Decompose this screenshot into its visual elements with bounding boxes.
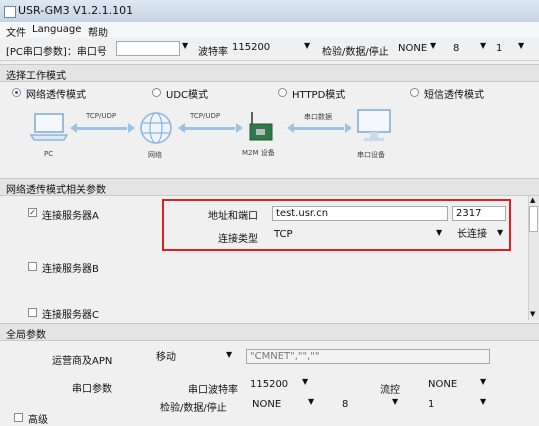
- arrow-left-icon: [287, 123, 294, 133]
- conn-mode-value: 长连接: [457, 229, 487, 240]
- baud-label: 波特率: [198, 47, 228, 58]
- flow-label: 流控: [380, 385, 400, 396]
- port-select[interactable]: [116, 41, 180, 56]
- mode-label-transparent: 网络透传模式: [26, 90, 86, 101]
- global-parity-value: NONE: [252, 399, 282, 410]
- chevron-down-icon[interactable]: ▼: [304, 41, 310, 50]
- arrow-line: [292, 127, 344, 130]
- chevron-down-icon[interactable]: ▼: [480, 41, 486, 50]
- mode-section-title: 选择工作模式: [6, 71, 66, 82]
- global-baud-value: 115200: [250, 379, 289, 390]
- menu-help[interactable]: 帮助: [88, 24, 108, 39]
- mode-radio-udc[interactable]: [152, 88, 161, 97]
- parity-value[interactable]: NONE: [398, 43, 427, 54]
- menu-file[interactable]: 文件: [6, 24, 26, 39]
- data-bits-value[interactable]: 8: [453, 43, 459, 54]
- conn-type-value: TCP: [274, 229, 293, 240]
- params-section-title: 网络透传模式相关参数: [6, 185, 106, 196]
- arrow-left-icon: [70, 123, 77, 133]
- port-label: [PC串口参数]：串口号: [6, 47, 107, 58]
- global-data-value: 8: [342, 399, 349, 410]
- arrow-line: [75, 127, 127, 130]
- apn-label: 运营商及APN: [52, 356, 113, 367]
- mode-label-sms: 短信透传模式: [424, 90, 484, 101]
- chevron-down-icon[interactable]: ▼: [480, 377, 486, 386]
- arrow-left-icon: [178, 123, 185, 133]
- conn-type-select[interactable]: TCP: [274, 228, 442, 243]
- conn-type-label: 连接类型: [218, 234, 258, 245]
- server-c-label: 连接服务器C: [42, 310, 99, 321]
- address-input[interactable]: test.usr.cn: [272, 206, 448, 221]
- diagram-serial-data: 串口数据: [304, 113, 332, 121]
- menu-bar: 文件 Language 帮助: [0, 22, 539, 39]
- arrow-line: [183, 127, 235, 130]
- chevron-down-icon[interactable]: ▼: [518, 41, 524, 50]
- flow-value: NONE: [428, 379, 458, 390]
- global-parity-label: 检验/数据/停止: [160, 403, 227, 414]
- app-icon: [4, 6, 16, 18]
- stop-bits-value[interactable]: 1: [496, 43, 502, 54]
- diagram-tcpudp-1: TCP/UDP: [86, 112, 117, 120]
- baud-select[interactable]: 115200: [232, 41, 300, 56]
- params-scroll-thumb[interactable]: [529, 206, 538, 232]
- params-section-header: 网络透传模式相关参数: [0, 178, 539, 196]
- chevron-down-icon[interactable]: ▼: [430, 41, 436, 50]
- diagram-pc-label: PC: [44, 150, 54, 158]
- title-bar: USR-GM3 V1.2.1.101: [0, 0, 539, 23]
- server-b-label: 连接服务器B: [42, 264, 99, 275]
- m2m-device-icon: [249, 112, 273, 141]
- apn-input[interactable]: "CMNET","","": [246, 349, 490, 364]
- advanced-checkbox[interactable]: [14, 413, 23, 422]
- server-a-label: 连接服务器A: [42, 211, 99, 222]
- serial-label: 串口参数: [72, 384, 112, 395]
- arrow-right-icon: [128, 123, 135, 133]
- apn-carrier-select[interactable]: 移动: [156, 351, 226, 366]
- global-baud-select[interactable]: 115200: [250, 378, 302, 393]
- server-b-checkbox[interactable]: [28, 262, 37, 271]
- chevron-down-icon[interactable]: ▼: [392, 397, 398, 406]
- global-stop-value: 1: [428, 399, 435, 410]
- mode-section-header: 选择工作模式: [0, 64, 539, 82]
- global-parity-select[interactable]: NONE: [252, 398, 312, 413]
- mode-label-udc: UDC模式: [166, 90, 209, 101]
- advanced-label: 高级: [28, 415, 48, 426]
- server-c-checkbox[interactable]: [28, 308, 37, 317]
- chevron-down-icon[interactable]: ▼: [182, 41, 188, 50]
- monitor-icon: [357, 109, 391, 141]
- chevron-down-icon[interactable]: ▼: [497, 228, 503, 237]
- chevron-down-icon[interactable]: ▼: [308, 397, 314, 406]
- global-stop-select[interactable]: 1: [428, 398, 488, 413]
- diagram-serial-label: 串口设备: [357, 151, 385, 159]
- global-baud-label: 串口波特率: [188, 385, 238, 396]
- chevron-down-icon[interactable]: ▼: [480, 397, 486, 406]
- laptop-icon: [30, 113, 69, 141]
- diagram-net-label: 网络: [148, 151, 162, 159]
- global-section-header: 全局参数: [0, 323, 539, 341]
- scroll-up-icon[interactable]: ▲: [530, 196, 535, 204]
- address-label: 地址和端口: [208, 211, 258, 222]
- mode-label-httpd: HTTPD模式: [292, 90, 346, 101]
- baud-value: 115200: [232, 42, 271, 53]
- server-a-checkbox[interactable]: ✓: [28, 208, 37, 217]
- flow-select[interactable]: NONE: [428, 378, 484, 393]
- diagram-tcpudp-2: TCP/UDP: [190, 112, 221, 120]
- arrow-right-icon: [345, 123, 352, 133]
- globe-icon: [140, 112, 172, 144]
- diagram-m2m-label: M2M 设备: [242, 149, 275, 157]
- port-input[interactable]: 2317: [452, 206, 506, 221]
- arrow-right-icon: [236, 123, 243, 133]
- window-title: USR-GM3 V1.2.1.101: [18, 4, 134, 17]
- mode-radio-sms[interactable]: [410, 88, 419, 97]
- scroll-down-icon[interactable]: ▼: [530, 310, 535, 318]
- chevron-down-icon[interactable]: ▼: [302, 377, 308, 386]
- mode-radio-httpd[interactable]: [278, 88, 287, 97]
- global-section-title: 全局参数: [6, 330, 46, 341]
- mode-radio-transparent[interactable]: [12, 88, 21, 97]
- apn-carrier-value: 移动: [156, 352, 176, 363]
- pc-serial-toolbar: [PC串口参数]：串口号 ▼ 波特率 115200 ▼ 检验/数据/停止 NON…: [0, 38, 539, 61]
- chevron-down-icon[interactable]: ▼: [226, 350, 232, 359]
- menu-language[interactable]: Language: [32, 24, 81, 35]
- parity-label: 检验/数据/停止: [322, 47, 389, 58]
- chevron-down-icon[interactable]: ▼: [436, 228, 442, 237]
